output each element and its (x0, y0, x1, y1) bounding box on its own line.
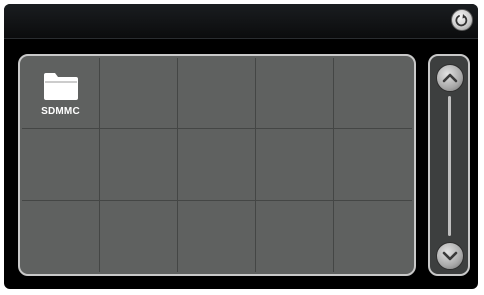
grid-cell[interactable] (256, 200, 334, 272)
grid-cell[interactable] (334, 58, 412, 130)
grid-cell[interactable] (178, 129, 256, 201)
grid-cell[interactable] (334, 129, 412, 201)
folder-item-sdmmc[interactable]: SDMMC (22, 58, 99, 128)
grid-cell[interactable] (100, 129, 178, 201)
scroll-up-button[interactable] (436, 64, 464, 92)
return-arrow-icon (455, 14, 468, 27)
scrollbar[interactable] (428, 54, 470, 276)
file-browser-panel: SDMMC (18, 54, 416, 276)
folder-icon (43, 73, 78, 100)
grid-cell[interactable] (22, 129, 100, 201)
back-button[interactable] (451, 9, 473, 31)
scroll-down-button[interactable] (436, 242, 464, 270)
grid-cell[interactable] (22, 200, 100, 272)
grid-cell[interactable] (100, 200, 178, 272)
grid-cell[interactable] (178, 58, 256, 130)
chevron-down-icon (442, 251, 458, 261)
grid-cell[interactable] (256, 58, 334, 130)
grid-cell[interactable] (256, 129, 334, 201)
scroll-track[interactable] (448, 96, 451, 236)
chevron-up-icon (442, 73, 458, 83)
grid-cell[interactable] (334, 201, 412, 272)
grid-cell[interactable] (100, 58, 178, 130)
folder-grid: SDMMC (22, 58, 412, 272)
grid-cell[interactable] (178, 200, 256, 272)
folder-label: SDMMC (41, 106, 80, 117)
grid-cell[interactable]: SDMMC (22, 58, 100, 130)
top-bar (4, 4, 478, 39)
device-screen: SDMMC (4, 4, 478, 289)
